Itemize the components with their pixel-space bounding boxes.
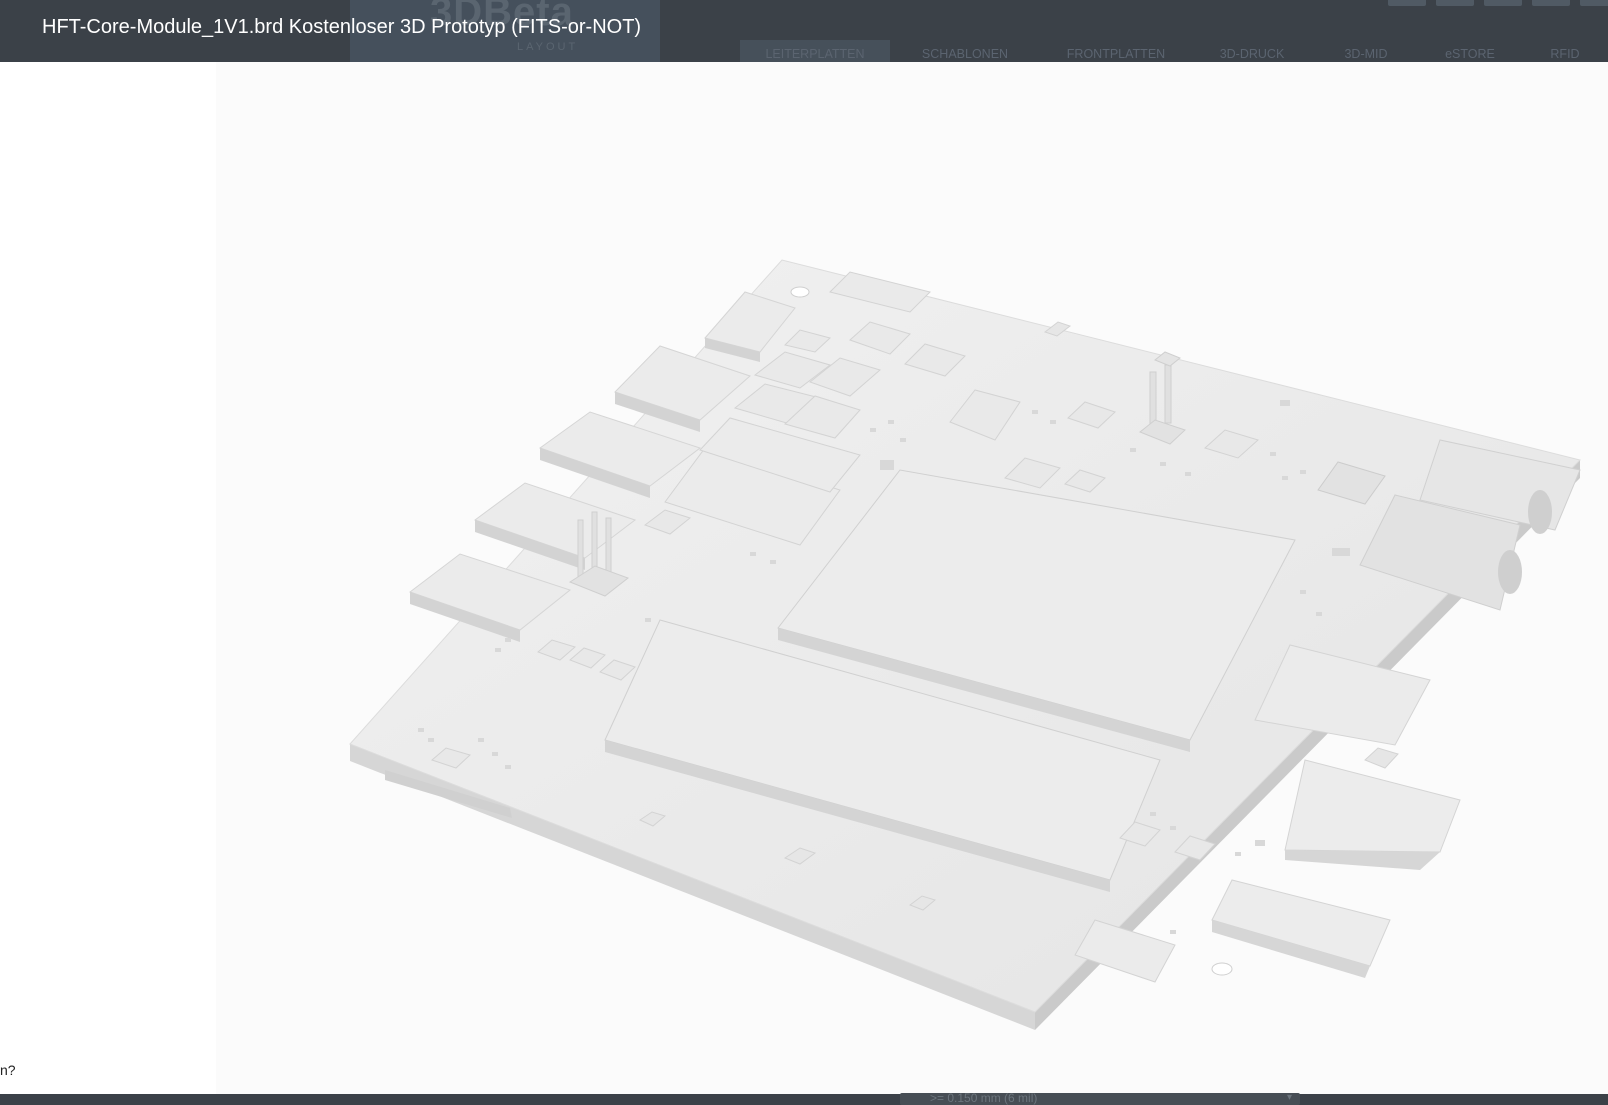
partial-text: n? bbox=[0, 1062, 16, 1078]
site-logo-subtitle: LAYOUT bbox=[517, 41, 579, 53]
nav-item-schablonen[interactable]: SCHABLONEN bbox=[890, 40, 1040, 62]
header-icon[interactable] bbox=[1532, 0, 1570, 6]
header-icon[interactable] bbox=[1436, 0, 1474, 6]
header-icon[interactable] bbox=[1484, 0, 1522, 6]
min-spacing-value: >= 0.150 mm (6 mil) bbox=[930, 1091, 1038, 1105]
site-nav: LEITERPLATTEN SCHABLONEN FRONTPLATTEN 3D… bbox=[740, 40, 1608, 62]
nav-item-frontplatten[interactable]: FRONTPLATTEN bbox=[1040, 40, 1192, 62]
modal-title: HFT-Core-Module_1V1.brd Kostenloser 3D P… bbox=[42, 16, 642, 38]
bottom-bar bbox=[0, 1094, 1608, 1105]
nav-item-rfid[interactable]: RFID bbox=[1520, 40, 1608, 62]
header-icon-group bbox=[1388, 0, 1608, 6]
header-icon[interactable] bbox=[1580, 0, 1608, 6]
header-icon[interactable] bbox=[1388, 0, 1426, 6]
nav-item-3d-mid[interactable]: 3D-MID bbox=[1312, 40, 1420, 62]
3d-viewer[interactable] bbox=[0, 62, 1608, 1094]
nav-item-estore[interactable]: eSTORE bbox=[1420, 40, 1520, 62]
pcb-3d-model[interactable] bbox=[0, 62, 1608, 1094]
chevron-down-icon[interactable]: ▾ bbox=[1287, 1092, 1292, 1104]
nav-item-leiterplatten[interactable]: LEITERPLATTEN bbox=[740, 40, 890, 62]
nav-item-3d-druck[interactable]: 3D-DRUCK bbox=[1192, 40, 1312, 62]
